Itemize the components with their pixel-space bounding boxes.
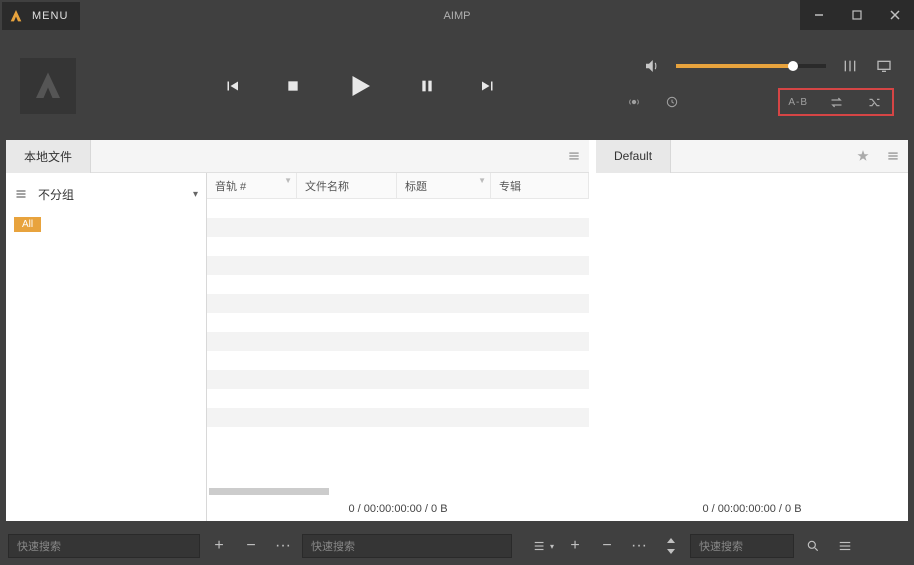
col-track[interactable]: 音轨 #▼ — [207, 173, 297, 198]
remove-button[interactable]: − — [238, 534, 264, 558]
app-logo-icon — [8, 8, 24, 24]
tab-label: Default — [614, 149, 652, 163]
table-row — [207, 408, 589, 427]
search-input-left[interactable]: 快速搜索 — [8, 534, 200, 558]
stop-button[interactable] — [285, 78, 301, 94]
add-playlist-button[interactable]: + — [562, 534, 588, 558]
table-area: 音轨 #▼ 文件名称 标题▼ 专辑 — [206, 173, 589, 521]
volume-thumb[interactable] — [788, 61, 798, 71]
album-art — [20, 58, 76, 114]
add-button[interactable]: + — [206, 534, 232, 558]
sort-menu-button[interactable]: ▾ — [530, 534, 556, 558]
volume-icon[interactable] — [642, 56, 662, 76]
tab-label: 本地文件 — [24, 148, 72, 165]
column-headers: 音轨 #▼ 文件名称 标题▼ 专辑 — [207, 173, 589, 199]
col-album[interactable]: 专辑 — [491, 173, 589, 198]
right-tab-header: Default — [596, 140, 908, 173]
col-filename[interactable]: 文件名称 — [297, 173, 397, 198]
more-button[interactable]: ··· — [270, 534, 296, 558]
tab-local-files[interactable]: 本地文件 — [6, 140, 91, 173]
table-row — [207, 332, 589, 351]
close-button[interactable] — [876, 0, 914, 30]
table-row — [207, 389, 589, 408]
favorite-icon[interactable] — [848, 149, 878, 163]
tab-default[interactable]: Default — [596, 140, 671, 173]
search-input-middle[interactable]: 快速搜索 — [302, 534, 512, 558]
remove-playlist-button[interactable]: − — [594, 534, 620, 558]
equalizer-icon[interactable] — [840, 56, 860, 76]
badge-all[interactable]: All — [14, 217, 41, 232]
volume-fill — [676, 64, 793, 68]
play-button[interactable] — [345, 71, 375, 101]
minimize-button[interactable] — [800, 0, 838, 30]
maximize-button[interactable] — [838, 0, 876, 30]
sort-updown-button[interactable] — [658, 534, 684, 558]
app-title: AIMP — [444, 10, 471, 22]
sidebar: 不分组 ▾ All — [6, 173, 206, 521]
table-row — [207, 370, 589, 389]
menu-label: MENU — [32, 10, 68, 22]
ab-repeat-button[interactable]: A-B — [788, 97, 808, 108]
pause-button[interactable] — [419, 78, 435, 94]
left-tab-menu-icon[interactable] — [559, 149, 589, 163]
secondary-row: A-B — [624, 88, 894, 116]
group-label: 不分组 — [38, 186, 74, 203]
search-icon[interactable] — [800, 534, 826, 558]
table-row — [207, 256, 589, 275]
horizontal-scrollbar[interactable] — [207, 487, 589, 497]
table-row — [207, 294, 589, 313]
previous-button[interactable] — [223, 77, 241, 95]
main-area: 本地文件 不分组 ▾ All 音轨 #▼ 文件名称 标题▼ 专辑 — [6, 140, 908, 521]
chevron-down-icon: ▾ — [193, 189, 198, 200]
table-row — [207, 199, 589, 218]
table-row — [207, 218, 589, 237]
scrollbar-thumb[interactable] — [209, 488, 329, 495]
player-bar: A-B — [0, 32, 914, 140]
menu-icon[interactable] — [832, 534, 858, 558]
table-rows — [207, 199, 589, 487]
table-row — [207, 237, 589, 256]
more-playlist-button[interactable]: ··· — [626, 534, 652, 558]
search-input-right[interactable]: 快速搜索 — [690, 534, 794, 558]
hamburger-icon — [14, 188, 28, 200]
next-button[interactable] — [479, 77, 497, 95]
volume-row — [642, 56, 894, 76]
filter-icon[interactable]: ▼ — [284, 176, 292, 185]
shuffle-icon[interactable] — [864, 92, 884, 112]
table-row — [207, 313, 589, 332]
bottom-toolbar: 快速搜索 + − ··· 快速搜索 ▾ + − ··· 快速搜索 — [0, 527, 914, 565]
playlist-body — [596, 173, 908, 497]
transport-controls — [96, 71, 624, 101]
right-status: 0 / 00:00:00:00 / 0 B — [596, 497, 908, 521]
col-title[interactable]: 标题▼ — [397, 173, 491, 198]
right-panel: Default 0 / 00:00:00:00 / 0 B — [596, 140, 908, 521]
left-status: 0 / 00:00:00:00 / 0 B — [207, 497, 589, 521]
repeat-icon[interactable] — [826, 92, 846, 112]
group-selector[interactable]: 不分组 ▾ — [14, 179, 198, 209]
filter-icon[interactable]: ▼ — [478, 176, 486, 185]
right-tab-menu-icon[interactable] — [878, 149, 908, 163]
window-controls — [800, 0, 914, 30]
radio-icon[interactable] — [624, 92, 644, 112]
table-row — [207, 427, 589, 446]
table-row — [207, 275, 589, 294]
table-row — [207, 351, 589, 370]
menu-button[interactable]: MENU — [2, 2, 80, 30]
left-body: 不分组 ▾ All 音轨 #▼ 文件名称 标题▼ 专辑 — [6, 173, 589, 521]
left-panel: 本地文件 不分组 ▾ All 音轨 #▼ 文件名称 标题▼ 专辑 — [6, 140, 590, 521]
app-logo-large-icon — [30, 68, 66, 104]
volume-slider[interactable] — [676, 64, 826, 68]
left-tab-header: 本地文件 — [6, 140, 589, 173]
clock-icon[interactable] — [662, 92, 682, 112]
right-controls: A-B — [624, 56, 894, 116]
playback-mode-highlight: A-B — [778, 88, 894, 116]
titlebar: MENU AIMP — [0, 0, 914, 32]
display-icon[interactable] — [874, 56, 894, 76]
